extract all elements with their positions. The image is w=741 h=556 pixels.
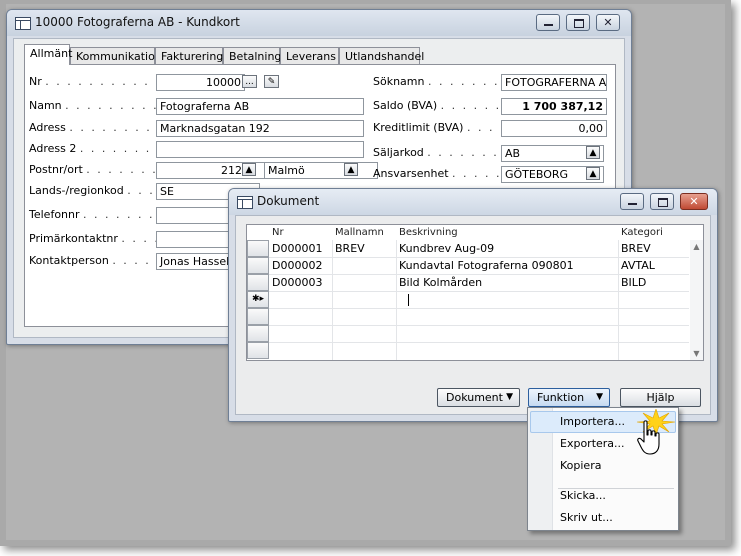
menu-item-exportera[interactable]: Exportera...: [560, 437, 625, 450]
row-selector[interactable]: [247, 274, 269, 291]
kundkort-titlebar[interactable]: 10000 Fotograferna AB - Kundkort ✕: [7, 10, 631, 36]
scroll-up-icon[interactable]: ▲: [690, 242, 703, 251]
close-button[interactable]: ✕: [596, 14, 620, 31]
window-icon: [15, 17, 31, 30]
cell-kategori[interactable]: BILD: [618, 274, 646, 291]
dokument-title: Dokument: [257, 194, 320, 208]
hjalp-button[interactable]: Hjälp: [620, 388, 701, 407]
close-icon: ✕: [603, 16, 613, 29]
tab-betalning[interactable]: Betalning: [223, 47, 281, 64]
maximize-button[interactable]: [566, 14, 590, 31]
pencil-icon[interactable]: ✎: [264, 75, 279, 88]
dokument-window: Dokument ✕ Nr Mallnamn Beskrivning Kateg…: [228, 188, 718, 422]
menu-item-skicka[interactable]: Skicka...: [560, 489, 606, 502]
adress2-field[interactable]: [156, 141, 364, 158]
maximize-icon: [567, 15, 589, 30]
row-selector[interactable]: [247, 342, 269, 359]
maximize-icon: [651, 194, 673, 209]
minimize-icon: [537, 15, 559, 30]
cell-nr[interactable]: D000001: [269, 240, 322, 257]
row-divider: [269, 342, 689, 343]
hand-cursor-icon: [637, 420, 660, 455]
cell-kategori[interactable]: AVTAL: [618, 257, 655, 274]
nr-label: Nr . . . . . . . . . . . .: [29, 75, 172, 88]
soknamn-label: Söknamn . . . . . . . .: [373, 75, 511, 88]
chevron-down-icon: ▼: [506, 392, 513, 402]
tab-fakturering[interactable]: Fakturering: [155, 47, 223, 64]
column-header-mallnamn[interactable]: Mallnamn: [332, 225, 396, 240]
cell-beskrivning[interactable]: Bild Kolmården: [396, 274, 482, 291]
kontakt-label: Kontaktperson . . . . .: [29, 254, 162, 267]
row-divider: [269, 325, 689, 326]
chevron-down-icon: ▼: [596, 392, 603, 402]
menu-item-kopiera[interactable]: Kopiera: [560, 459, 601, 472]
tab-kommunikation[interactable]: Kommunikation: [70, 47, 162, 64]
land-label: Lands-/regionkod . . .: [29, 184, 155, 197]
funktion-button[interactable]: Funktion ▼: [528, 388, 610, 407]
new-row-selector[interactable]: ✱▸: [247, 291, 269, 308]
grid-scrollbar[interactable]: ▲ ▼: [690, 240, 703, 360]
cell-mallnamn[interactable]: BREV: [332, 240, 365, 257]
ansvar-label: Ansvarsenhet . . . . . .: [373, 167, 513, 180]
cell-beskrivning[interactable]: Kundavtal Fotograferna 090801: [396, 257, 574, 274]
row-selector[interactable]: [247, 308, 269, 325]
ansvar-lookup-arrow-icon[interactable]: ▲: [586, 167, 600, 180]
tab-leverans[interactable]: Leverans: [280, 47, 339, 64]
menu-item-importera[interactable]: Importera...: [560, 415, 625, 428]
cell-nr[interactable]: D000002: [269, 257, 322, 274]
dokument-button[interactable]: Dokument ▼: [437, 388, 520, 407]
row-selector[interactable]: [247, 240, 269, 257]
namn-label: Namn . . . . . . . . . .: [29, 99, 170, 112]
nr-field[interactable]: 10000: [156, 74, 245, 91]
saljarkod-lookup-arrow-icon[interactable]: ▲: [586, 146, 600, 159]
telefon-label: Telefonnr . . . . . . . .: [29, 208, 166, 221]
row-divider: [269, 308, 689, 309]
cell-mallnamn[interactable]: [332, 274, 335, 291]
menu-item-skriv-ut[interactable]: Skriv ut...: [560, 511, 613, 524]
scroll-down-icon[interactable]: ▼: [690, 349, 703, 358]
saldo-label: Saldo (BVA) . . . . . .: [373, 99, 502, 112]
dokument-body: Nr Mallnamn Beskrivning Kategori ✱▸ D000…: [235, 215, 711, 415]
saljarkod-label: Säljarkod . . . . . . . .: [373, 146, 510, 159]
minimize-button[interactable]: [620, 193, 644, 210]
close-icon: ✕: [689, 195, 699, 208]
kreditlimit-label: Kreditlimit (BVA) . . . . .: [373, 121, 517, 134]
kreditlimit-field[interactable]: 0,00: [501, 120, 607, 137]
row-selector[interactable]: [247, 325, 269, 342]
maximize-button[interactable]: [650, 193, 674, 210]
row-divider: [269, 291, 689, 292]
postnr-lookup-arrow-icon[interactable]: ▲: [242, 163, 256, 176]
minimize-button[interactable]: [536, 14, 560, 31]
minimize-icon: [621, 194, 643, 209]
soknamn-field[interactable]: FOTOGRAFERNA AB: [501, 74, 607, 91]
postnr-field[interactable]: 21215: [156, 162, 275, 179]
adress-label: Adress . . . . . . . . . .: [29, 121, 174, 134]
cell-kategori[interactable]: BREV: [618, 240, 651, 257]
ort-field[interactable]: Malmö: [264, 162, 378, 179]
close-button[interactable]: ✕: [680, 193, 708, 210]
tab-allmant[interactable]: Allmänt: [24, 44, 72, 65]
column-header-nr[interactable]: Nr: [269, 225, 332, 240]
postnr-label: Postnr/ort . . . . . . . .: [29, 163, 169, 176]
document-grid: Nr Mallnamn Beskrivning Kategori ✱▸ D000…: [246, 224, 704, 361]
row-selector[interactable]: [247, 257, 269, 274]
ort-lookup-arrow-icon[interactable]: ▲: [344, 163, 358, 176]
primar-label: Primärkontaktnr . . . . .: [29, 232, 171, 245]
window-icon: [237, 196, 253, 209]
text-cursor: [408, 294, 409, 306]
cell-nr[interactable]: D000003: [269, 274, 322, 291]
nr-lookup-button[interactable]: ...: [242, 75, 257, 88]
saldo-field[interactable]: 1 700 387,12: [501, 98, 607, 115]
cell-mallnamn[interactable]: [332, 257, 335, 274]
adress2-label: Adress 2 . . . . . . . . .: [29, 142, 174, 155]
adress-field[interactable]: Marknadsgatan 192: [156, 120, 364, 137]
tab-utlandshandel[interactable]: Utlandshandel: [339, 47, 424, 64]
namn-field[interactable]: Fotograferna AB: [156, 98, 364, 115]
dokument-titlebar[interactable]: Dokument ✕: [229, 189, 717, 215]
column-header-kategori[interactable]: Kategori: [618, 225, 688, 240]
column-header-beskrivning[interactable]: Beskrivning: [396, 225, 618, 240]
cell-beskrivning[interactable]: Kundbrev Aug-09: [396, 240, 494, 257]
kundkort-title: 10000 Fotograferna AB - Kundkort: [35, 15, 240, 29]
